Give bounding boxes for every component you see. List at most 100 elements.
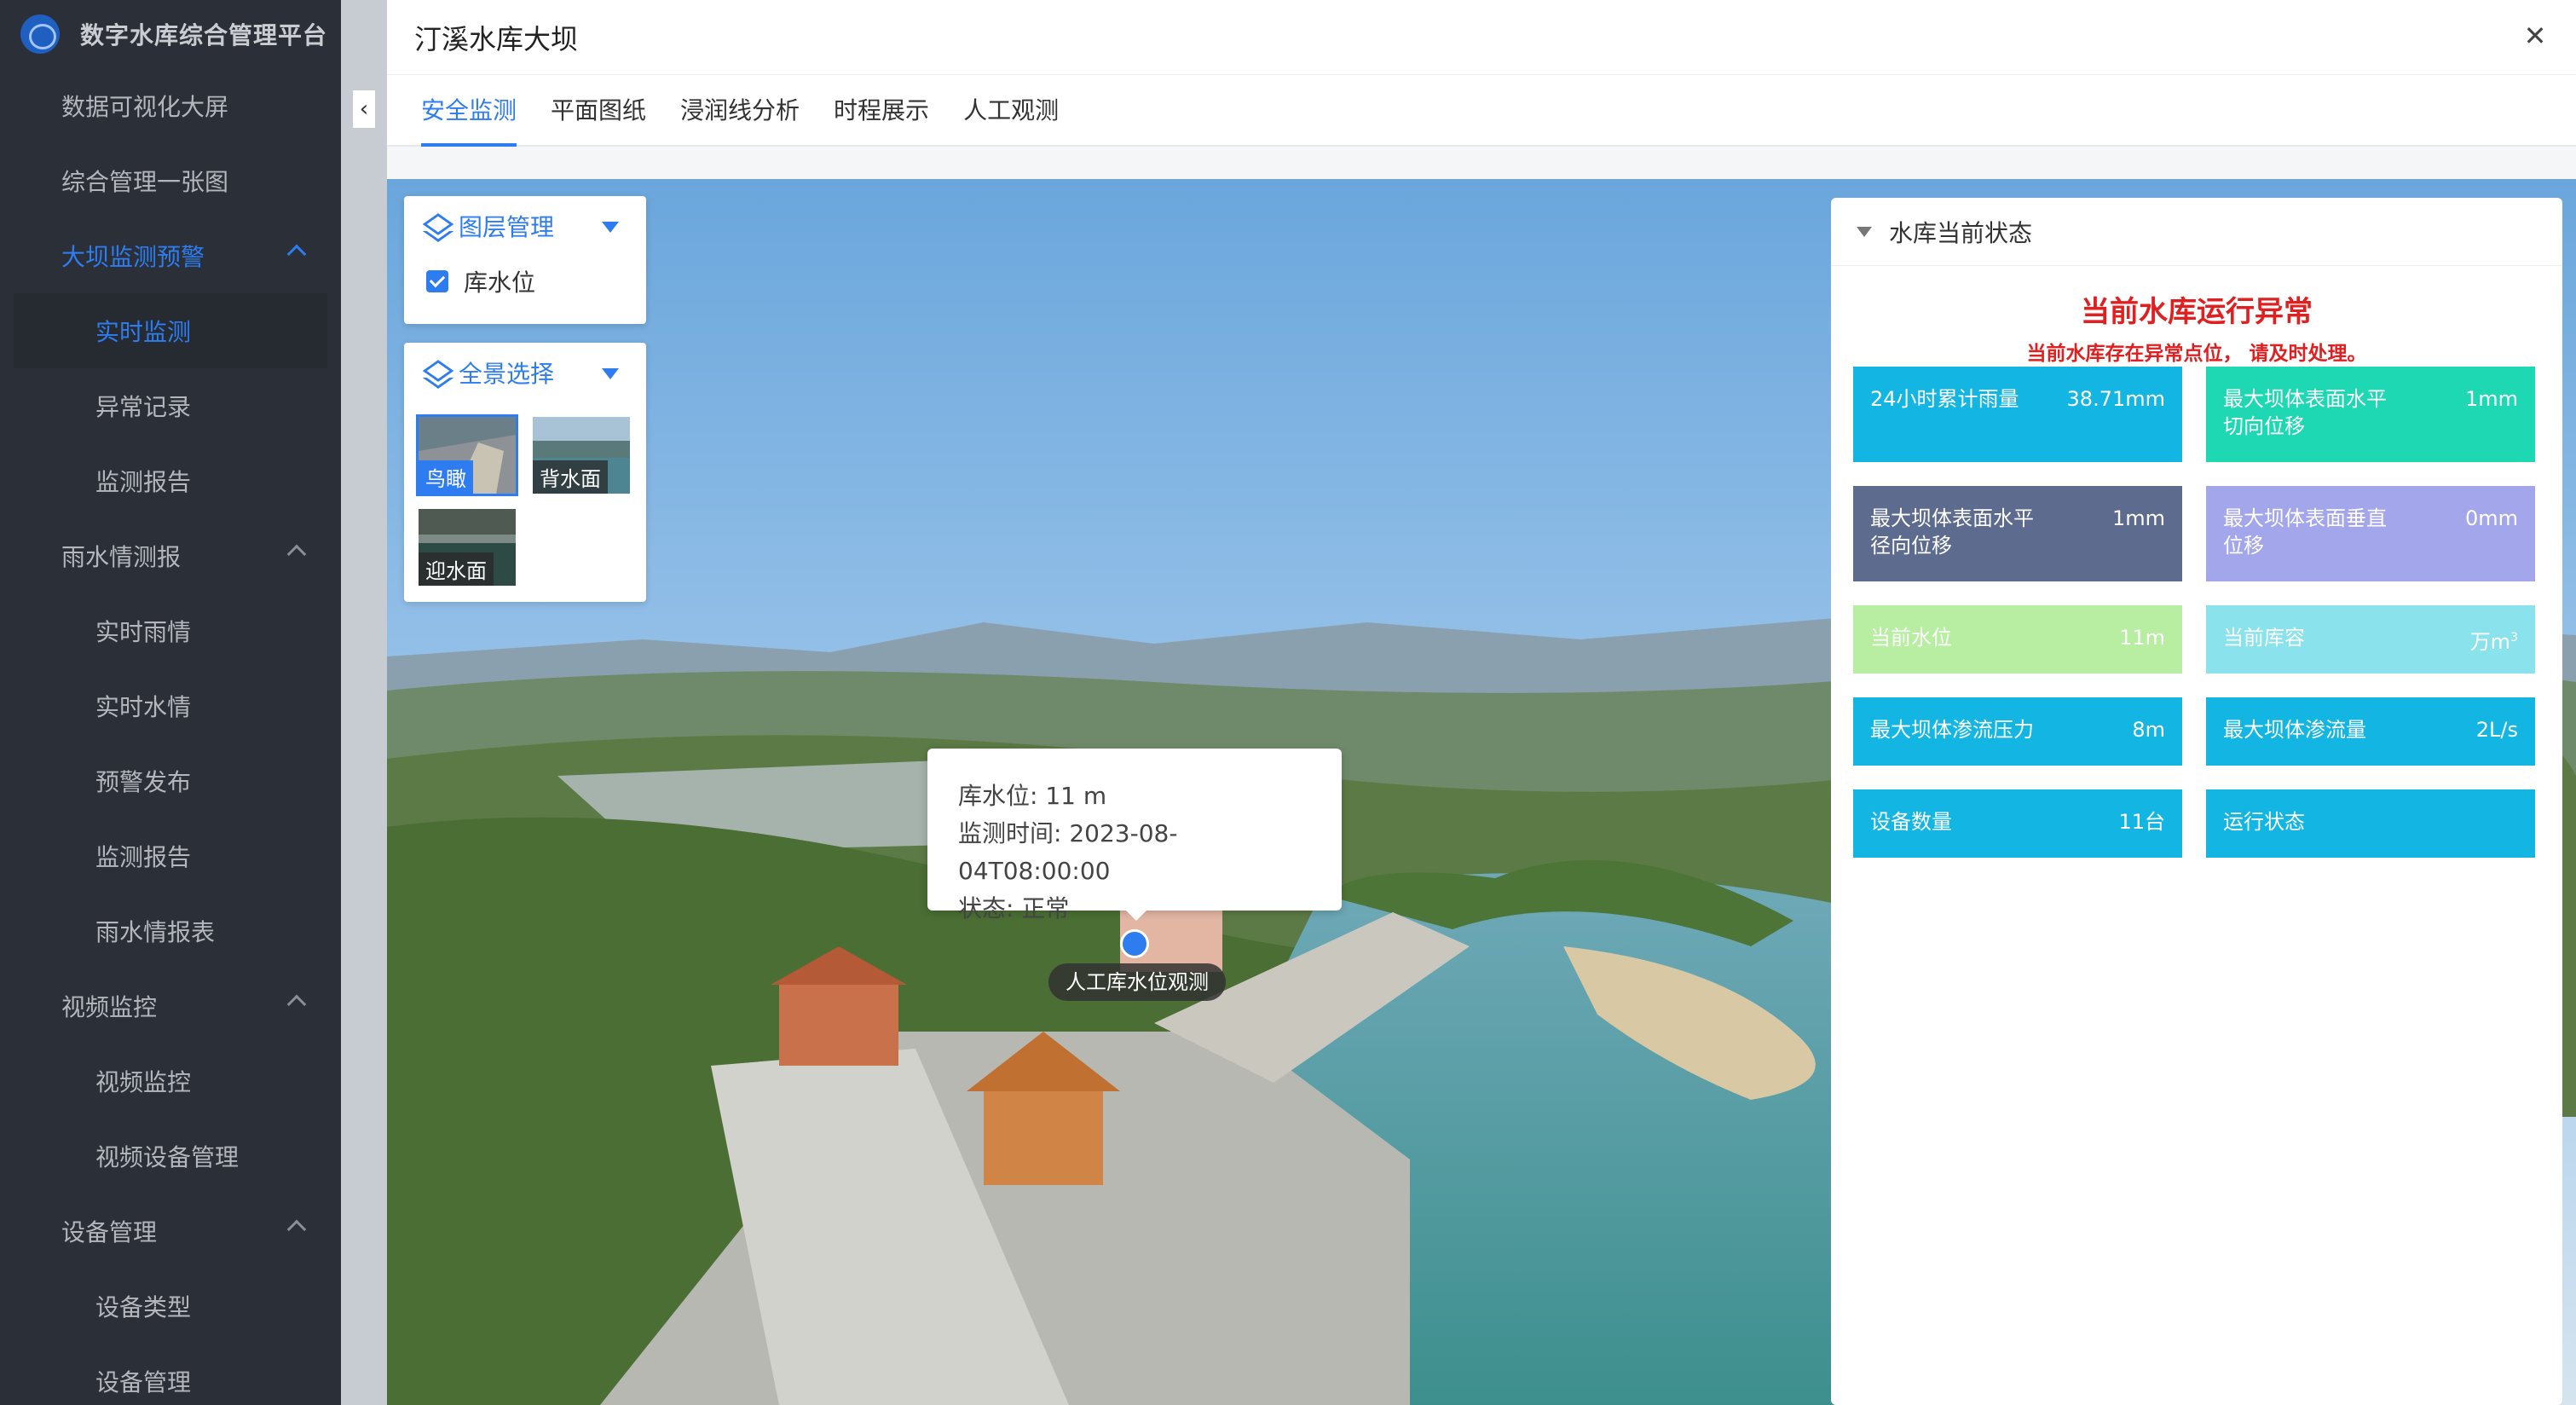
close-icon[interactable]: ✕ bbox=[2518, 19, 2552, 53]
reservoir-status-panel: 水库当前状态 当前水库运行异常 当前水库存在异常点位， 请及时处理。 24小时累… bbox=[1831, 198, 2562, 1405]
caret-down-icon[interactable] bbox=[602, 222, 619, 233]
tooltip-water-level: 库水位: 11 m bbox=[958, 782, 1107, 810]
layer-item-label: 库水位 bbox=[464, 269, 536, 297]
chevron-left-icon[interactable]: ‹ bbox=[353, 90, 375, 128]
sidebar-item[interactable]: 数据可视化大屏 bbox=[0, 68, 341, 143]
status-card-value-text: 2L/s bbox=[2475, 718, 2518, 742]
tab-gap bbox=[387, 147, 2576, 179]
app-logo bbox=[20, 14, 60, 54]
status-card-value: 8m bbox=[2132, 716, 2165, 747]
status-card: 最大坝体表面水平切向位移 1mm bbox=[2206, 367, 2535, 462]
caret-down-icon[interactable] bbox=[602, 368, 619, 379]
panorama-view[interactable]: 图层管理 库水位 全景选择 鸟瞰 背水面 迎水面 库水位: 11 m 监测时间:… bbox=[387, 179, 2576, 1405]
sidebar-item[interactable]: 异常记录 bbox=[0, 368, 341, 443]
sidebar-item-label: 实时雨情 bbox=[95, 618, 192, 646]
sidebar-item-label: 异常记录 bbox=[95, 393, 192, 421]
sidebar-item[interactable]: 设备管理 bbox=[0, 1194, 341, 1269]
chevron-up-icon bbox=[286, 1219, 307, 1240]
panorama-panel-title: 全景选择 bbox=[459, 360, 555, 388]
sidebar-item[interactable]: 监测报告 bbox=[0, 443, 341, 518]
sidebar-item[interactable]: 设备类型 bbox=[0, 1269, 341, 1344]
status-card-label: 最大坝体表面水平切向位移 bbox=[2223, 387, 2387, 438]
status-card-label: 运行状态 bbox=[2223, 810, 2305, 834]
sidebar: 数字水库综合管理平台 数据可视化大屏综合管理一张图 大坝监测预警实时监测异常记录监… bbox=[0, 0, 341, 1405]
status-card-value: 万m3 bbox=[2470, 624, 2518, 655]
sidebar-item-label: 视频设备管理 bbox=[95, 1143, 240, 1171]
sidebar-item[interactable]: 设备管理 bbox=[0, 1344, 341, 1405]
status-panel-title: 水库当前状态 bbox=[1889, 218, 2033, 247]
chevron-up-icon bbox=[286, 544, 307, 564]
sidebar-item-label: 监测报告 bbox=[95, 468, 192, 496]
status-card: 当前水位 11m bbox=[1853, 605, 2182, 674]
status-card-label: 当前库容 bbox=[2223, 626, 2305, 650]
tooltip-status: 状态: 正常 bbox=[958, 894, 1070, 922]
status-card-value: 0mm bbox=[2465, 505, 2518, 563]
status-card: 最大坝体表面水平径向位移 1mm bbox=[1853, 486, 2182, 581]
status-card-label: 最大坝体渗流压力 bbox=[1870, 718, 2034, 742]
status-card-label: 最大坝体表面水平径向位移 bbox=[1870, 506, 2034, 558]
sidebar-item-label: 视频监控 bbox=[61, 993, 158, 1021]
status-card: 最大坝体表面垂直位移 0mm bbox=[2206, 486, 2535, 581]
status-card-label: 最大坝体渗流量 bbox=[2223, 718, 2366, 742]
dialog-title: 汀溪水库大坝 bbox=[414, 22, 579, 55]
layer-item[interactable]: 库水位 bbox=[404, 256, 646, 307]
sidebar-item[interactable]: 视频设备管理 bbox=[0, 1119, 341, 1194]
layer-panel: 图层管理 库水位 bbox=[404, 196, 646, 324]
sidebar-item[interactable]: 预警发布 bbox=[0, 743, 341, 818]
tab[interactable]: 人工观测 bbox=[946, 92, 1076, 145]
sidebar-item[interactable]: 实时雨情 bbox=[0, 593, 341, 668]
layer-checkbox[interactable] bbox=[426, 270, 448, 292]
app-title: 数字水库综合管理平台 bbox=[80, 21, 328, 49]
panorama-option-front[interactable]: 迎水面 bbox=[416, 506, 518, 588]
sidebar-item-label: 综合管理一张图 bbox=[61, 168, 229, 196]
tab[interactable]: 浸润线分析 bbox=[663, 92, 817, 145]
layer-panel-header[interactable]: 图层管理 bbox=[404, 196, 646, 256]
sidebar-item[interactable]: 监测报告 bbox=[0, 818, 341, 893]
sidebar-item-label: 大坝监测预警 bbox=[61, 243, 205, 271]
sidebar-item[interactable]: 实时监测 bbox=[14, 293, 327, 368]
layers-icon bbox=[426, 362, 447, 383]
sidebar-item[interactable]: 视频监控 bbox=[0, 968, 341, 1044]
sidebar-item-label: 设备管理 bbox=[95, 1368, 192, 1396]
panorama-option-label: 鸟瞰 bbox=[419, 460, 473, 494]
sidebar-item[interactable]: 雨水情报表 bbox=[0, 893, 341, 968]
status-card: 当前库容 万m3 bbox=[2206, 605, 2535, 674]
sidebar-item[interactable]: 实时水情 bbox=[0, 668, 341, 743]
panorama-option-birdseye[interactable]: 鸟瞰 bbox=[416, 414, 518, 496]
tab[interactable]: 时程展示 bbox=[817, 92, 946, 145]
status-card-value: 2L/s bbox=[2476, 716, 2518, 747]
sidebar-item[interactable]: 综合管理一张图 bbox=[0, 143, 341, 218]
panorama-panel-header[interactable]: 全景选择 bbox=[404, 343, 646, 402]
status-panel-header[interactable]: 水库当前状态 bbox=[1831, 198, 2562, 266]
status-card-value: 1mm bbox=[2465, 385, 2518, 443]
status-card-value-text: 11m bbox=[2119, 626, 2165, 650]
water-level-marker[interactable] bbox=[1120, 929, 1149, 958]
status-card-label: 最大坝体表面垂直位移 bbox=[2223, 506, 2387, 558]
panorama-option-label: 迎水面 bbox=[419, 552, 494, 586]
status-card-value-text: 万m bbox=[2469, 630, 2511, 654]
status-card: 24小时累计雨量 38.71mm bbox=[1853, 367, 2182, 462]
dialog-tabs: 安全监测 平面图纸 浸润线分析 时程展示 人工观测 bbox=[387, 75, 2576, 147]
status-card-value: 38.71mm bbox=[2067, 385, 2165, 443]
sidebar-item-label: 设备类型 bbox=[95, 1293, 192, 1321]
status-card-label: 设备数量 bbox=[1870, 810, 1952, 834]
tab[interactable]: 安全监测 bbox=[404, 92, 534, 147]
status-card-value-sup: 3 bbox=[2510, 631, 2518, 645]
status-card-value-text: 8m bbox=[2132, 718, 2165, 742]
sidebar-item[interactable]: 视频监控 bbox=[0, 1044, 341, 1119]
sidebar-item-label: 视频监控 bbox=[95, 1068, 192, 1096]
dialog-header: 汀溪水库大坝 bbox=[387, 0, 2576, 75]
app-header: 数字水库综合管理平台 bbox=[0, 0, 341, 68]
status-card-value-text: 0mm bbox=[2464, 506, 2518, 530]
water-level-tooltip: 库水位: 11 m 监测时间: 2023-08-04T08:00:00 状态: … bbox=[927, 749, 1342, 922]
sidebar-item-label: 实时监测 bbox=[95, 318, 192, 346]
tab[interactable]: 平面图纸 bbox=[534, 92, 663, 145]
caret-down-icon[interactable] bbox=[1857, 226, 1872, 237]
chevron-up-icon bbox=[286, 244, 307, 264]
sidebar-item[interactable]: 大坝监测预警 bbox=[0, 218, 341, 293]
status-card: 设备数量 11台 bbox=[1853, 789, 2182, 858]
panorama-option-back[interactable]: 背水面 bbox=[530, 414, 632, 496]
sidebar-menu: 数据可视化大屏 综合管理一张图 大坝监测预警 实时监测 异常记录 监测报告 雨水情测报 实时雨… bbox=[0, 68, 341, 1405]
status-card-value-text: 1mm bbox=[2464, 387, 2518, 411]
sidebar-item[interactable]: 雨水情测报 bbox=[0, 518, 341, 593]
